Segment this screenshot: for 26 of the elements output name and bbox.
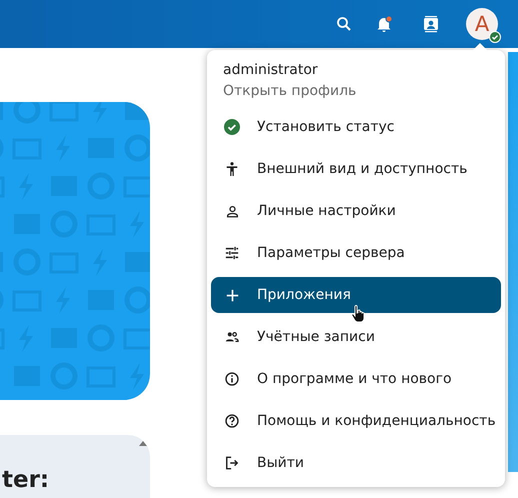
people-icon — [225, 330, 239, 344]
caret-icon[interactable] — [139, 441, 147, 446]
profile-link[interactable]: Открыть профиль — [223, 83, 501, 99]
person-icon — [226, 204, 238, 218]
bell-icon[interactable] — [375, 15, 393, 33]
card-heading: ter: — [2, 467, 50, 493]
menu-item[interactable]: Установить статус — [211, 109, 501, 145]
help-icon — [225, 414, 239, 428]
hand-cursor-icon — [351, 305, 365, 323]
menu-item[interactable]: Параметры сервера — [211, 235, 501, 271]
menu-item[interactable]: Личные настройки — [211, 193, 501, 229]
check-circle-icon — [224, 119, 240, 135]
logout-icon — [225, 456, 239, 470]
accessibility-icon — [225, 162, 239, 176]
menu-item[interactable]: Учётные записи — [211, 319, 501, 355]
search-icon[interactable] — [336, 16, 352, 32]
user-name: administrator — [223, 62, 319, 78]
sliders-icon — [225, 246, 239, 260]
menu-item[interactable]: Внешний вид и доступность — [211, 151, 501, 187]
info-icon — [225, 372, 239, 386]
contacts-icon[interactable] — [422, 15, 440, 33]
menu-item[interactable]: Помощь и конфиденциальность — [211, 403, 501, 439]
plus-icon — [226, 288, 238, 302]
menu-item[interactable]: О программе и что нового — [211, 361, 501, 397]
user-avatar[interactable]: A — [466, 8, 498, 40]
menu-item[interactable]: Выйти — [211, 445, 501, 481]
